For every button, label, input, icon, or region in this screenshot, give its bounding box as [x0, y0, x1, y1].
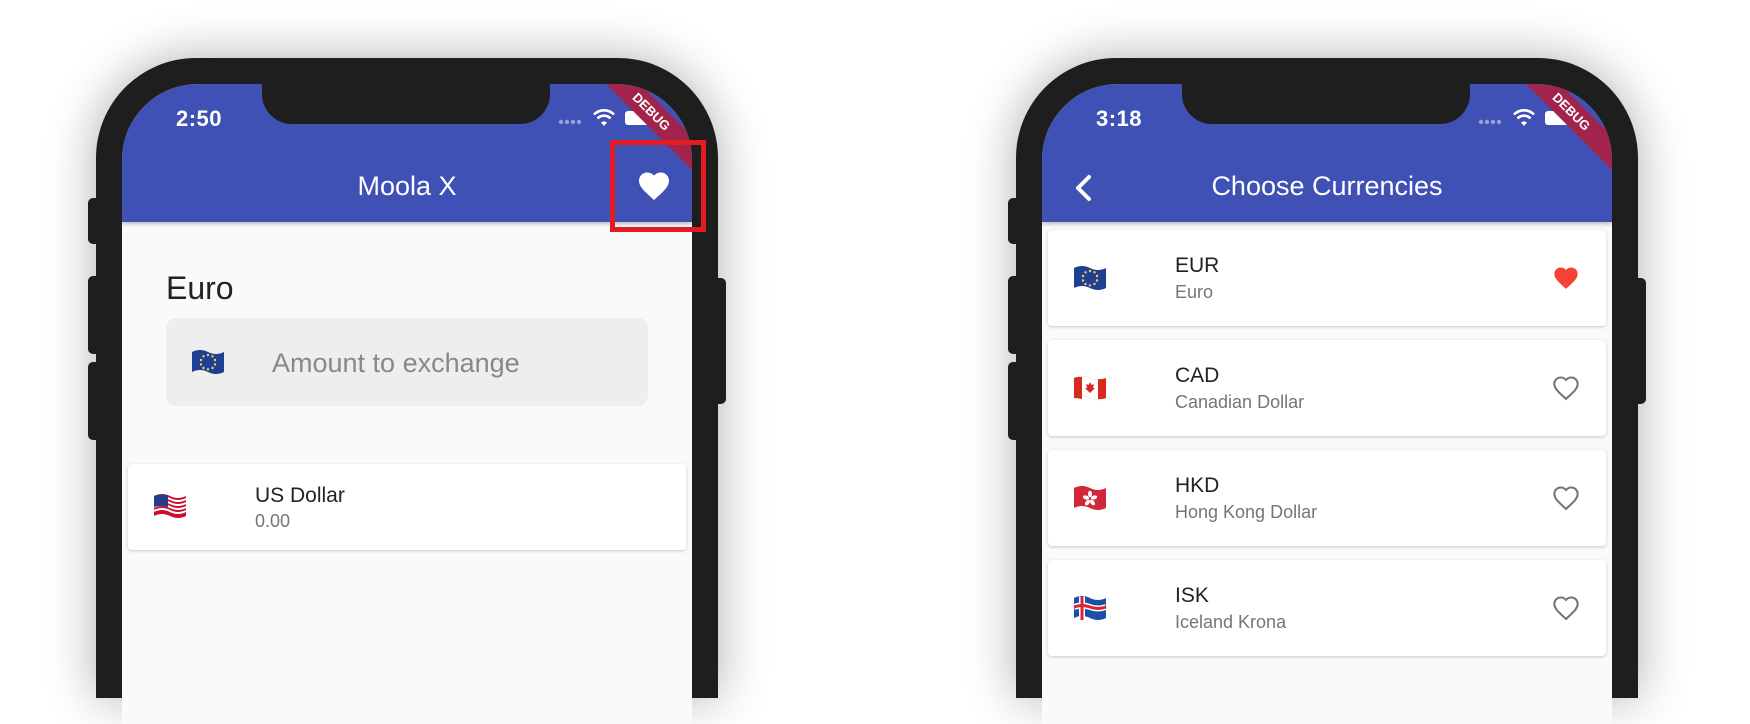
- mute-switch: [88, 198, 97, 244]
- currency-name: Iceland Krona: [1175, 612, 1287, 632]
- currency-name: Canadian Dollar: [1175, 392, 1305, 412]
- favorite-heart-outline-icon[interactable]: [1551, 484, 1581, 512]
- notch: [1182, 84, 1470, 124]
- app-bar: 3:18 DEBUG Choose Currencies: [1042, 84, 1612, 222]
- us-flag-icon: [153, 494, 187, 518]
- volume-down-button: [1008, 362, 1017, 440]
- app-title: Moola X: [357, 171, 457, 201]
- currency-row-isk[interactable]: ISK Iceland Krona: [1048, 560, 1606, 656]
- favorite-heart-filled-icon[interactable]: [1551, 264, 1581, 292]
- currency-row-eur[interactable]: EUR Euro: [1048, 230, 1606, 326]
- conversion-value: 0.00: [255, 511, 291, 531]
- favorite-heart-outline-icon[interactable]: [1551, 594, 1581, 622]
- amount-field-container[interactable]: [166, 318, 648, 406]
- screen-right: 3:18 DEBUG Choose Currencies EUR Euro CA…: [1042, 84, 1612, 724]
- power-button: [717, 278, 726, 404]
- status-time: 3:18: [1096, 106, 1143, 131]
- debug-ribbon: DEBUG: [1509, 84, 1612, 174]
- currency-code: EUR: [1175, 254, 1220, 277]
- phone-frame-right: 3:18 DEBUG Choose Currencies EUR Euro CA…: [1008, 58, 1646, 724]
- power-button: [1637, 278, 1646, 404]
- currency-name: Euro: [1175, 282, 1214, 302]
- mute-switch: [1008, 198, 1017, 244]
- is-flag-icon: [1072, 596, 1108, 620]
- conversion-currency-name: US Dollar: [255, 484, 345, 507]
- ca-flag-icon: [1073, 375, 1107, 401]
- highlight-box: [610, 140, 706, 232]
- currency-name: Hong Kong Dollar: [1175, 502, 1318, 522]
- wifi-icon: [1513, 109, 1535, 126]
- currency-code: HKD: [1175, 474, 1220, 497]
- volume-up-button: [88, 276, 97, 354]
- favorite-heart-outline-icon[interactable]: [1551, 374, 1581, 402]
- currency-code: ISK: [1175, 584, 1209, 607]
- hk-flag-icon: [1074, 486, 1106, 510]
- app-bar: 2:50 DEBUG Moola X: [122, 84, 692, 222]
- wifi-icon: [593, 109, 615, 126]
- status-time: 2:50: [176, 106, 223, 131]
- notch: [262, 84, 550, 124]
- eu-flag-icon: [1074, 266, 1106, 290]
- signal-icon: [558, 119, 582, 125]
- signal-icon: [1478, 119, 1502, 125]
- currency-code: CAD: [1175, 364, 1220, 387]
- eu-flag-icon: [192, 350, 224, 374]
- conversion-row[interactable]: US Dollar 0.00: [128, 464, 686, 550]
- amount-input[interactable]: [270, 342, 634, 384]
- currency-row-hkd[interactable]: HKD Hong Kong Dollar: [1048, 450, 1606, 546]
- screen-left: 2:50 DEBUG Moola X Euro Amount to exchan…: [122, 84, 692, 724]
- base-currency-label: Euro: [166, 270, 234, 306]
- volume-down-button: [88, 362, 97, 440]
- currency-row-cad[interactable]: CAD Canadian Dollar: [1048, 340, 1606, 436]
- app-title: Choose Currencies: [1211, 171, 1443, 201]
- volume-up-button: [1008, 276, 1017, 354]
